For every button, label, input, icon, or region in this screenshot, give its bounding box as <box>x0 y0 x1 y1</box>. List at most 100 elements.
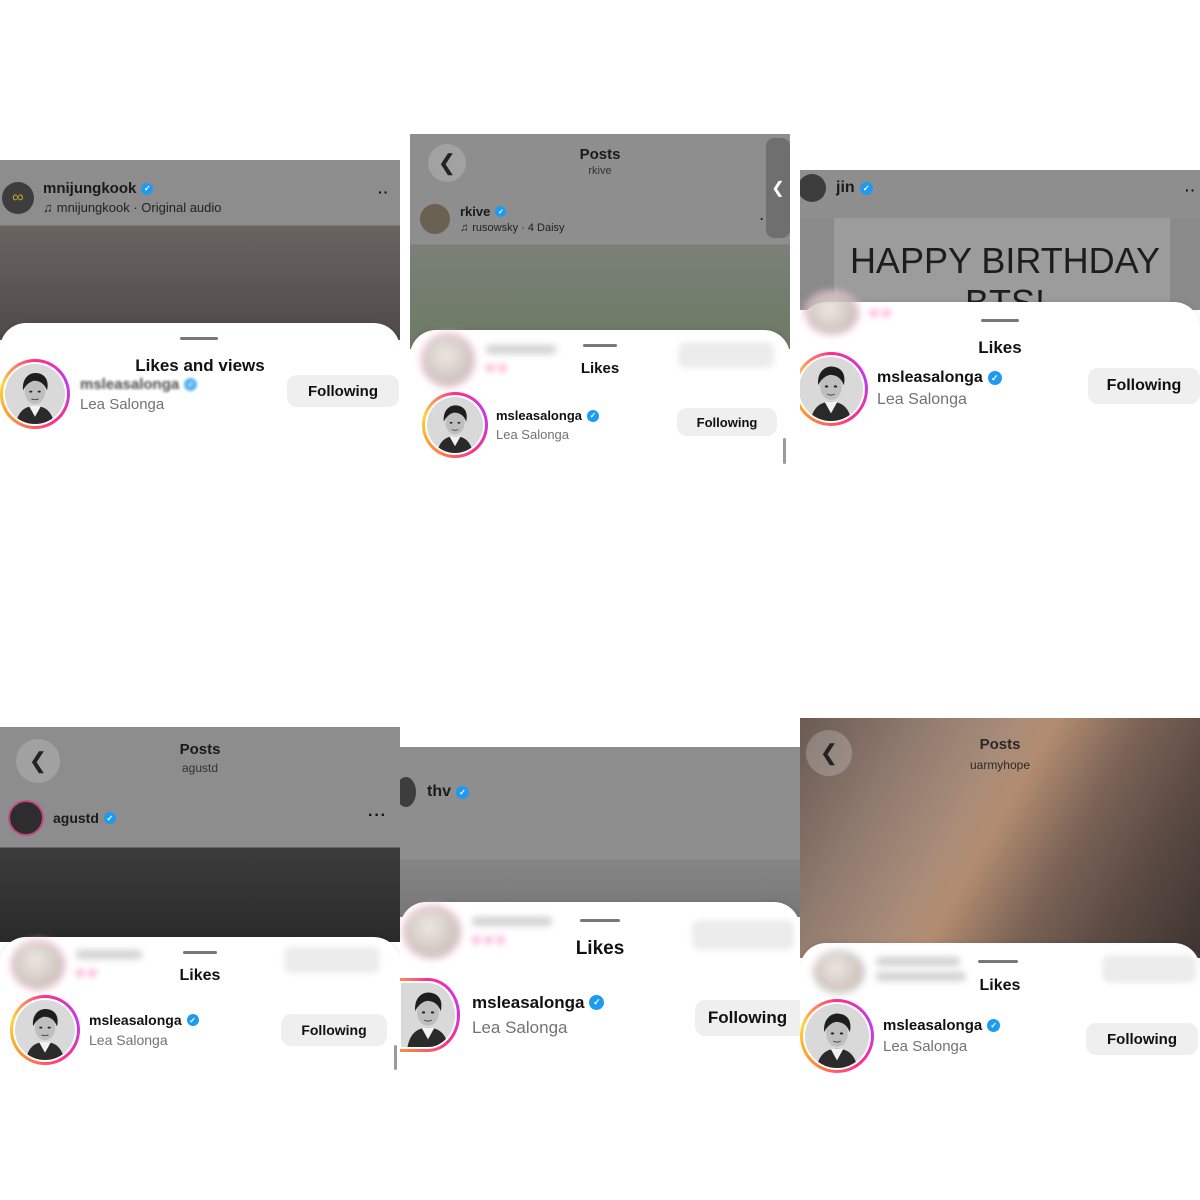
more-options-icon[interactable]: · <box>760 212 765 226</box>
scrollbar[interactable] <box>783 438 786 464</box>
following-button[interactable]: Following <box>281 1014 387 1046</box>
sheet-title: Likes <box>580 360 620 377</box>
liker-username[interactable]: msleasalonga <box>877 369 983 387</box>
post-author-avatar <box>400 777 416 807</box>
liker-full-name: Lea Salonga <box>883 1038 968 1055</box>
verified-badge-icon: ✓ <box>587 409 599 422</box>
likes-sheet: ♥ ♥ Likes msleasalonga ✓ Lea Salonga Foll… <box>800 290 1200 432</box>
liker-username[interactable]: msleasalonga <box>496 408 582 423</box>
post-author-row[interactable]: thv ✓ <box>400 777 469 807</box>
sheet-title: Likes <box>575 938 625 959</box>
liker-avatar <box>5 364 65 424</box>
likes-sheet: Likes msleasalonga ✓ Lea Salonga Followin… <box>800 943 1200 1080</box>
post-author-name[interactable]: agustd <box>53 810 99 826</box>
liker-row[interactable]: msleasalonga ✓ Lea Salonga <box>800 352 1002 426</box>
post-author-name[interactable]: thv <box>427 783 451 801</box>
following-button[interactable]: Following <box>1086 1023 1198 1055</box>
post-author-row[interactable]: ∞ mnijungkook ✓ ♫ mnijungkook · Original a… <box>2 180 222 215</box>
liker-username[interactable]: msleasalonga <box>80 376 179 393</box>
post-author-avatar <box>800 174 826 202</box>
liker-avatar-ring[interactable] <box>0 359 70 429</box>
sheet-grabber[interactable] <box>978 960 1018 963</box>
likes-sheet: ♥ ♥ ♥ Likes msleasalonga ✓ Lea Salonga Fo… <box>400 902 800 1052</box>
verified-badge-icon: ✓ <box>184 377 198 391</box>
liker-avatar-ring[interactable] <box>800 352 868 426</box>
more-options-icon[interactable]: ·· <box>1185 182 1196 198</box>
header-subtitle: agustd <box>181 761 219 775</box>
verified-badge-icon: ✓ <box>589 995 605 1010</box>
following-button[interactable]: Following <box>1088 368 1200 404</box>
liker-full-name: Lea Salonga <box>877 391 967 408</box>
music-note-icon: ♫ <box>43 200 53 215</box>
music-note-icon: ♫ <box>460 222 469 234</box>
following-button[interactable]: Following <box>287 375 399 407</box>
verified-badge-icon: ✓ <box>859 181 873 195</box>
liker-username[interactable]: msleasalonga <box>89 1012 182 1028</box>
sheet-grabber[interactable] <box>580 919 620 922</box>
post-author-avatar <box>8 800 44 836</box>
screenshot-panel-1: ∞ mnijungkook ✓ ♫ mnijungkook · Original a… <box>0 160 400 440</box>
liker-row[interactable]: msleasalonga ✓ Lea Salonga <box>0 359 198 429</box>
sheet-grabber[interactable] <box>183 951 217 954</box>
post-author-row[interactable]: agustd ✓ <box>8 800 116 836</box>
post-background <box>800 718 1200 958</box>
liker-row[interactable]: msleasalonga ✓ Lea Salonga <box>422 392 599 458</box>
verified-badge-icon: ✓ <box>987 1019 1001 1032</box>
sheet-grabber[interactable] <box>583 344 617 347</box>
header-title: Posts <box>979 736 1021 753</box>
post-author-avatar: ∞ <box>2 181 34 214</box>
verified-badge-icon: ✓ <box>103 812 116 824</box>
liker-avatar-ring[interactable] <box>10 995 80 1065</box>
liker-full-name: Lea Salonga <box>80 395 165 413</box>
liker-full-name: Lea Salonga <box>89 1032 168 1048</box>
post-author-row[interactable]: rkive ✓ ♫ rusowsky · 4 Daisy <box>420 204 565 234</box>
post-author-row[interactable]: jin ✓ <box>800 174 873 202</box>
sheet-grabber[interactable] <box>180 337 218 340</box>
liker-avatar <box>427 397 483 453</box>
side-handle-icon[interactable]: ❮ <box>766 138 790 238</box>
liker-username[interactable]: msleasalonga <box>472 993 584 1013</box>
liker-row[interactable]: msleasalonga ✓ Lea Salonga <box>400 978 605 1052</box>
post-audio[interactable]: rusowsky · 4 Daisy <box>472 222 564 234</box>
screenshot-panel-2: ❮ Posts rkive ❮ rkive ✓ ♫ rusowsky · 4 Dai… <box>410 134 790 470</box>
liker-avatar-ring[interactable] <box>400 978 460 1052</box>
header-title: Posts <box>179 741 221 758</box>
sheet-title: Likes <box>179 967 221 984</box>
likes-sheet: Likes and views msleasalonga ✓ Lea Salong… <box>0 323 400 440</box>
verified-badge-icon: ✓ <box>987 371 1002 385</box>
following-button[interactable]: Following <box>677 408 777 436</box>
liker-username[interactable]: msleasalonga <box>883 1017 982 1034</box>
blurred-liker-row: ♥ ♥ <box>804 290 891 336</box>
post-author-name[interactable]: mnijungkook <box>43 180 136 197</box>
verified-badge-icon: ✓ <box>186 1014 199 1026</box>
post-author-name[interactable]: rkive <box>460 204 490 219</box>
likes-sheet: ♥ ♥ Likes msleasalonga ✓ Lea Salonga Foll… <box>0 937 400 1070</box>
liker-avatar-ring[interactable] <box>422 392 488 458</box>
liker-full-name: Lea Salonga <box>496 427 570 442</box>
post-author-avatar <box>420 204 450 234</box>
more-options-icon[interactable]: ··· <box>368 807 387 825</box>
screenshot-panel-3: jin✓ ·· HAPPY BIRTHDAY BTS! ♥ ♥ Likes ms… <box>800 170 1200 432</box>
liker-avatar <box>800 357 863 421</box>
header-title: Posts <box>579 146 621 163</box>
sheet-title: Likes <box>979 977 1021 994</box>
verified-badge-icon: ✓ <box>495 206 507 217</box>
sheet-grabber[interactable] <box>981 319 1019 322</box>
liker-row[interactable]: msleasalonga ✓ Lea Salonga <box>800 999 1001 1073</box>
liker-full-name: Lea Salonga <box>472 1017 568 1037</box>
screenshot-panel-4: ❮ Posts agustd agustd ✓ ··· ♥ ♥ Likes msl… <box>0 727 400 1070</box>
verified-badge-icon: ✓ <box>456 785 469 799</box>
header-subtitle: uarmyhope <box>969 758 1031 772</box>
likes-sheet: ♥ ♥ Likes msleasalonga ✓ Lea Salonga Foll… <box>410 330 790 470</box>
liker-avatar-ring[interactable] <box>800 999 874 1073</box>
liker-row[interactable]: msleasalonga ✓ Lea Salonga <box>10 995 199 1065</box>
scrollbar[interactable] <box>394 1045 397 1070</box>
post-audio[interactable]: mnijungkook · Original audio <box>57 200 222 215</box>
following-button[interactable]: Following <box>695 1000 800 1036</box>
verified-badge-icon: ✓ <box>141 182 154 195</box>
post-author-name[interactable]: jin <box>836 179 855 197</box>
more-options-icon[interactable]: ·· <box>378 184 389 200</box>
liker-avatar <box>15 1000 75 1060</box>
liker-avatar <box>805 1004 869 1068</box>
screenshot-panel-6: ❮ Posts uarmyhope Likes msleasalonga ✓ Le… <box>800 718 1200 1080</box>
